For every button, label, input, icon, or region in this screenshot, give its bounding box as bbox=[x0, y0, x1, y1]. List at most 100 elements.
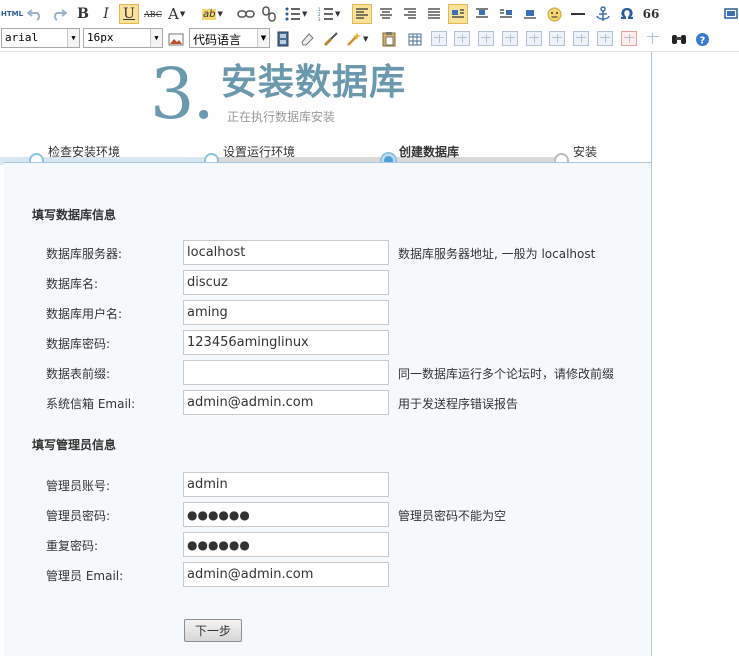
code-language-select[interactable]: 代码语言 ▼ bbox=[189, 28, 270, 48]
admin-email-label: 管理员 Email: bbox=[46, 569, 124, 583]
image-float-none-icon[interactable] bbox=[472, 4, 492, 24]
emoticon-icon[interactable] bbox=[544, 4, 564, 24]
page-title: 安装数据库 bbox=[221, 62, 407, 103]
format-brush-icon[interactable] bbox=[321, 29, 341, 49]
db-user-input[interactable] bbox=[183, 300, 389, 325]
step-label: 设置运行环境 bbox=[223, 145, 296, 159]
chevron-down-icon: ▼ bbox=[302, 10, 308, 18]
font-color-button[interactable]: A ▼ bbox=[168, 4, 196, 24]
chevron-down-icon: ▼ bbox=[217, 10, 223, 18]
chevron-down-icon: ▼ bbox=[257, 29, 269, 47]
insert-image-icon[interactable] bbox=[166, 29, 186, 49]
anchor-icon[interactable] bbox=[593, 4, 613, 24]
admin-password-label: 管理员密码: bbox=[46, 509, 111, 523]
image-float-left-icon[interactable] bbox=[448, 4, 468, 24]
admin-email-input[interactable] bbox=[183, 562, 389, 587]
highlight-color-button[interactable]: ab ▼ bbox=[202, 4, 232, 24]
html-source-button[interactable]: HTML bbox=[1, 4, 23, 24]
table-delete-col-icon[interactable] bbox=[549, 31, 565, 46]
italic-button[interactable]: I bbox=[96, 4, 116, 24]
align-justify-icon[interactable] bbox=[424, 4, 444, 24]
chevron-down-icon: ▼ bbox=[335, 10, 341, 18]
align-right-icon[interactable] bbox=[400, 4, 420, 24]
admin-section-title: 填写管理员信息 bbox=[32, 438, 117, 452]
highlight-label: ab bbox=[202, 8, 217, 20]
font-size-select[interactable]: 16px ▼ bbox=[83, 28, 163, 48]
underline-button[interactable]: U bbox=[119, 4, 139, 24]
chevron-down-icon: ▼ bbox=[363, 35, 369, 43]
strikethrough-button[interactable]: ABC bbox=[143, 4, 163, 24]
db-name-input[interactable] bbox=[183, 270, 389, 295]
image-center-icon[interactable] bbox=[520, 4, 540, 24]
image-float-right-icon[interactable] bbox=[496, 4, 516, 24]
eraser-icon[interactable] bbox=[297, 29, 317, 49]
repeat-password-input[interactable] bbox=[183, 532, 389, 557]
toolbar-row-2: arial ▼ 16px ▼ 代码语言 ▼ ▼ ? bbox=[0, 26, 739, 52]
system-email-note: 用于发送程序错误报告 bbox=[398, 397, 519, 411]
bold-button[interactable]: B bbox=[73, 4, 93, 24]
table-row-after-icon[interactable] bbox=[454, 31, 470, 46]
db-password-input[interactable] bbox=[183, 330, 389, 355]
horizontal-rule-icon[interactable] bbox=[568, 4, 588, 24]
table-prefix-label: 数据表前缀: bbox=[46, 367, 111, 381]
table-col-after-icon[interactable] bbox=[526, 31, 542, 46]
preview-icon[interactable] bbox=[721, 4, 739, 24]
font-color-label: A bbox=[168, 5, 179, 23]
admin-password-input[interactable] bbox=[183, 502, 389, 527]
align-left-icon[interactable] bbox=[352, 4, 372, 24]
table-split-icon[interactable] bbox=[597, 31, 613, 46]
table-col-before-icon[interactable] bbox=[502, 31, 518, 46]
table-merge-icon[interactable] bbox=[573, 31, 589, 46]
font-family-value: arial bbox=[5, 31, 39, 44]
admin-username-input[interactable] bbox=[183, 472, 389, 497]
next-step-button[interactable]: 下一步 bbox=[184, 619, 242, 642]
step-label-current: 创建数据库 bbox=[399, 145, 460, 159]
link-icon[interactable] bbox=[236, 4, 256, 24]
undo-icon[interactable] bbox=[25, 4, 45, 24]
redo-icon[interactable] bbox=[49, 4, 69, 24]
system-email-input[interactable] bbox=[183, 390, 389, 415]
blockquote-button[interactable]: 66 bbox=[641, 4, 661, 24]
svg-text:?: ? bbox=[699, 35, 705, 46]
db-server-note: 数据库服务器地址, 一般为 localhost bbox=[398, 247, 596, 261]
align-center-icon[interactable] bbox=[376, 4, 396, 24]
svg-text:3: 3 bbox=[318, 17, 321, 21]
page-subtitle: 正在执行数据库安装 bbox=[227, 110, 336, 124]
db-server-input[interactable] bbox=[183, 240, 389, 265]
admin-username-label: 管理员账号: bbox=[46, 479, 111, 493]
table-props-icon[interactable] bbox=[645, 31, 661, 46]
db-section-title: 填写数据库信息 bbox=[32, 208, 117, 222]
table-prefix-input[interactable] bbox=[183, 360, 389, 385]
font-family-select[interactable]: arial ▼ bbox=[1, 28, 80, 48]
insert-table-icon[interactable] bbox=[405, 29, 425, 49]
toolbar-row-1: HTML B I U ABC A ▼ ab ▼ ▼ 1 2 3 ▼ Ω 66 bbox=[0, 1, 739, 27]
bullet-list-icon bbox=[285, 7, 300, 21]
step-label: 检查安装环境 bbox=[48, 145, 121, 159]
code-language-value: 代码语言 bbox=[193, 33, 242, 47]
editor-toolbar: HTML B I U ABC A ▼ ab ▼ ▼ 1 2 3 ▼ Ω 66 a… bbox=[0, 0, 739, 52]
numbered-list-button[interactable]: 1 2 3 ▼ bbox=[318, 4, 346, 24]
db-user-label: 数据库用户名: bbox=[46, 307, 123, 321]
special-char-button[interactable]: Ω bbox=[617, 4, 637, 24]
table-prefix-note: 同一数据库运行多个论坛时，请修改前缀 bbox=[398, 367, 615, 381]
db-password-label: 数据库密码: bbox=[46, 337, 111, 351]
table-delete-icon[interactable] bbox=[621, 31, 637, 46]
db-server-label: 数据库服务器: bbox=[46, 247, 123, 261]
insert-video-icon[interactable] bbox=[273, 29, 293, 49]
step-number: 3. bbox=[150, 53, 215, 135]
unlink-icon[interactable] bbox=[259, 4, 279, 24]
find-replace-icon[interactable] bbox=[669, 29, 689, 49]
chevron-down-icon: ▼ bbox=[179, 10, 186, 18]
chevron-down-icon: ▼ bbox=[150, 29, 162, 47]
bullet-list-button[interactable]: ▼ bbox=[285, 4, 313, 24]
font-size-value: 16px bbox=[87, 31, 114, 44]
admin-password-note: 管理员密码不能为空 bbox=[398, 509, 507, 523]
step-label: 安装 bbox=[573, 145, 598, 159]
table-row-before-icon[interactable] bbox=[431, 31, 447, 46]
help-icon[interactable]: ? bbox=[692, 29, 712, 49]
db-name-label: 数据库名: bbox=[46, 277, 99, 291]
table-delete-row-icon[interactable] bbox=[478, 31, 494, 46]
magic-wand-button[interactable]: ▼ bbox=[346, 29, 374, 49]
paste-text-icon[interactable] bbox=[379, 29, 399, 49]
magic-wand-icon bbox=[347, 32, 361, 46]
